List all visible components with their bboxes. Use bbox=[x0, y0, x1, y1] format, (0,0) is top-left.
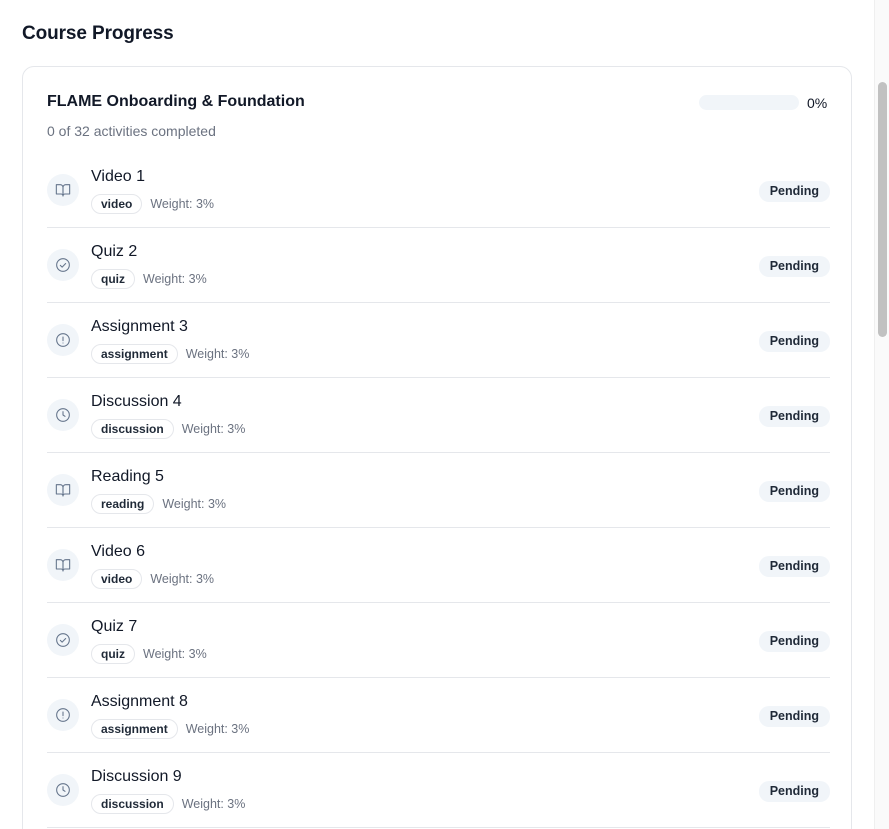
status-badge: Pending bbox=[758, 181, 830, 202]
activity-title: Reading 5 bbox=[91, 468, 164, 485]
activity-title: Video 1 bbox=[91, 168, 145, 185]
status-badge: Pending bbox=[758, 406, 830, 427]
status-badge: Pending bbox=[758, 556, 830, 577]
activity-title: Assignment 8 bbox=[91, 693, 188, 710]
course-progress-bar bbox=[699, 95, 799, 110]
status-badge: Pending bbox=[758, 481, 830, 502]
page-scrollbar[interactable] bbox=[874, 0, 889, 829]
activity-row[interactable]: Reading 5 reading Weight: 3% Pending bbox=[47, 453, 830, 528]
activity-type-badge: quiz bbox=[91, 269, 135, 289]
activity-meta: reading Weight: 3% bbox=[91, 494, 226, 514]
page-title: Course Progress bbox=[22, 23, 174, 44]
activity-type-badge: quiz bbox=[91, 644, 135, 664]
activity-weight: Weight: 3% bbox=[181, 422, 246, 436]
activity-type-badge: assignment bbox=[91, 719, 178, 739]
activity-row[interactable]: Video 6 video Weight: 3% Pending bbox=[47, 528, 830, 603]
activity-meta: video Weight: 3% bbox=[91, 569, 214, 589]
activity-row[interactable]: Assignment 8 assignment Weight: 3% Pending bbox=[47, 678, 830, 753]
activity-weight: Weight: 3% bbox=[143, 647, 207, 661]
course-card: FLAME Onboarding & Foundation 0 of 32 ac… bbox=[22, 66, 852, 829]
activity-weight: Weight: 3% bbox=[181, 797, 246, 811]
alert-circle-icon bbox=[47, 324, 79, 356]
activity-weight: Weight: 3% bbox=[150, 572, 215, 586]
course-progress-page: Course Progress FLAME Onboarding & Found… bbox=[0, 0, 889, 829]
activity-title: Video 6 bbox=[91, 543, 145, 560]
activity-weight: Weight: 3% bbox=[162, 497, 227, 511]
activity-row[interactable]: Quiz 7 quiz Weight: 3% Pending bbox=[47, 603, 830, 678]
activity-type-badge: reading bbox=[91, 494, 155, 514]
activity-weight: Weight: 3% bbox=[143, 272, 207, 286]
book-open-icon bbox=[47, 474, 79, 506]
activity-row[interactable]: Assignment 3 assignment Weight: 3% Pending bbox=[47, 303, 830, 378]
activity-meta: discussion Weight: 3% bbox=[91, 419, 245, 439]
activities-completed-count: 0 of 32 activities completed bbox=[47, 123, 216, 139]
check-circle-icon bbox=[47, 624, 79, 656]
activity-weight: Weight: 3% bbox=[185, 722, 250, 736]
activity-title: Quiz 2 bbox=[91, 243, 138, 260]
activity-weight: Weight: 3% bbox=[185, 347, 250, 361]
activity-title: Assignment 3 bbox=[91, 318, 188, 335]
course-title: FLAME Onboarding & Foundation bbox=[47, 93, 305, 110]
alert-circle-icon bbox=[47, 699, 79, 731]
activity-title: Quiz 7 bbox=[91, 618, 138, 635]
clock-icon bbox=[47, 774, 79, 806]
status-badge: Pending bbox=[758, 631, 830, 652]
activity-meta: quiz Weight: 3% bbox=[91, 644, 207, 664]
book-open-icon bbox=[47, 174, 79, 206]
activity-type-badge: video bbox=[91, 569, 143, 589]
activity-meta: video Weight: 3% bbox=[91, 194, 214, 214]
status-badge: Pending bbox=[758, 781, 830, 802]
course-progress-percent: 0% bbox=[807, 95, 828, 111]
activity-row[interactable]: Quiz 2 quiz Weight: 3% Pending bbox=[47, 228, 830, 303]
activity-row[interactable]: Video 1 video Weight: 3% Pending bbox=[47, 153, 830, 228]
activity-weight: Weight: 3% bbox=[150, 197, 215, 211]
book-open-icon bbox=[47, 549, 79, 581]
activity-row[interactable]: Discussion 4 discussion Weight: 3% Pending bbox=[47, 378, 830, 453]
activity-type-badge: video bbox=[91, 194, 143, 214]
activity-meta: assignment Weight: 3% bbox=[91, 719, 249, 739]
activity-type-badge: discussion bbox=[91, 419, 174, 439]
status-badge: Pending bbox=[758, 256, 830, 277]
activity-meta: discussion Weight: 3% bbox=[91, 794, 245, 814]
activity-title: Discussion 9 bbox=[91, 768, 182, 785]
status-badge: Pending bbox=[758, 331, 830, 352]
activity-meta: quiz Weight: 3% bbox=[91, 269, 207, 289]
activity-row[interactable]: Discussion 9 discussion Weight: 3% Pending bbox=[47, 753, 830, 828]
clock-icon bbox=[47, 399, 79, 431]
check-circle-icon bbox=[47, 249, 79, 281]
activity-type-badge: assignment bbox=[91, 344, 178, 364]
activity-type-badge: discussion bbox=[91, 794, 174, 814]
status-badge: Pending bbox=[758, 706, 830, 727]
activity-list: Video 1 video Weight: 3% Pending Quiz 2 quiz W… bbox=[47, 153, 830, 828]
activity-title: Discussion 4 bbox=[91, 393, 182, 410]
scrollbar-thumb[interactable] bbox=[878, 82, 887, 337]
activity-meta: assignment Weight: 3% bbox=[91, 344, 249, 364]
